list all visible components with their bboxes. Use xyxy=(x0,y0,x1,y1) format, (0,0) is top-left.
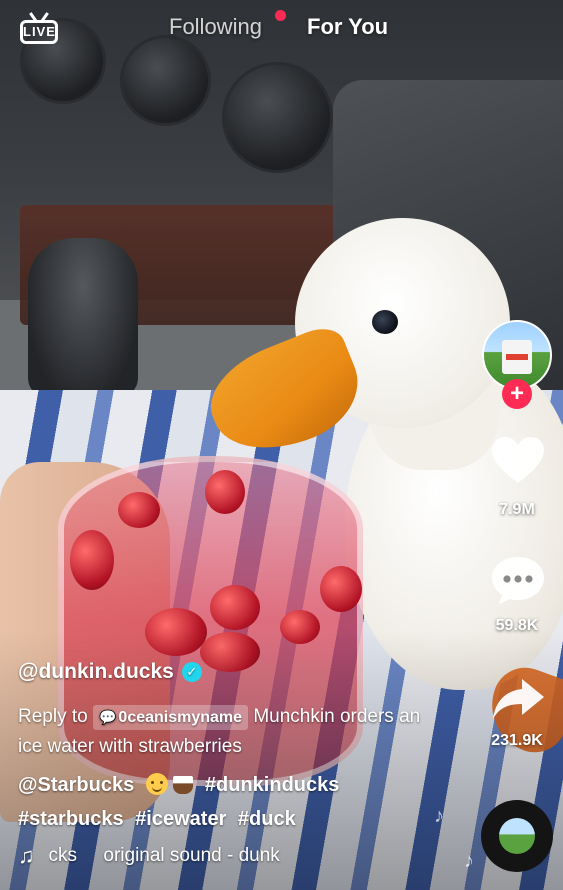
heart-icon xyxy=(492,437,544,483)
live-button[interactable]: LIVE xyxy=(20,10,62,48)
author-row: @dunkin.ducks ✓ xyxy=(18,660,202,684)
hashtag-link[interactable]: #duck xyxy=(238,808,296,830)
reply-user: 0ceanismyname xyxy=(118,709,243,726)
smiling-face-icon xyxy=(145,773,168,795)
share-button[interactable] xyxy=(490,675,546,725)
like-count: 7.9M xyxy=(499,501,535,518)
strawberry xyxy=(118,492,160,528)
mentions-and-hashtags: @Starbucks #dunkinducks #starbucks #icew… xyxy=(18,768,478,836)
mention-link[interactable]: @Starbucks xyxy=(18,774,134,796)
hashtag-link[interactable]: #starbucks xyxy=(18,808,124,830)
follow-button[interactable]: + xyxy=(502,379,532,409)
sound-disc-icon xyxy=(499,818,535,854)
notification-dot xyxy=(275,10,286,21)
gear-shifter xyxy=(28,238,138,398)
hashtag-link[interactable]: #dunkinducks xyxy=(205,774,339,796)
share-count: 231.9K xyxy=(491,732,543,749)
comment-bubble-icon xyxy=(492,557,544,604)
music-note-icon: ♫ xyxy=(18,843,35,868)
reply-to-chip[interactable]: 💬 0ceanismyname xyxy=(92,705,249,730)
video-description: Reply to 💬 0ceanismyname Munchkin orders … xyxy=(18,702,438,762)
dashboard-knob xyxy=(120,35,211,126)
coffee-cup-icon xyxy=(173,776,194,794)
strawberry xyxy=(205,470,245,514)
live-label: LIVE xyxy=(23,24,56,39)
share-arrow-icon xyxy=(493,679,544,719)
comment-small-icon: 💬 xyxy=(98,709,117,725)
tab-for-you[interactable]: For You xyxy=(307,14,388,40)
verified-badge-icon: ✓ xyxy=(181,662,202,682)
sound-disc-button[interactable] xyxy=(481,800,553,872)
duck-eye xyxy=(372,310,398,334)
like-button[interactable] xyxy=(490,436,546,486)
comment-count: 59.8K xyxy=(495,617,539,634)
reply-prefix: Reply to xyxy=(18,706,88,727)
hashtag-link[interactable]: #icewater xyxy=(135,808,226,830)
floating-music-note-icon: ♪ xyxy=(464,850,474,872)
sound-row[interactable]: ♫ cks original sound - dunk xyxy=(18,843,339,869)
author-username[interactable]: @dunkin.ducks xyxy=(18,660,174,684)
strawberry xyxy=(320,566,362,612)
tab-following[interactable]: Following xyxy=(169,14,262,40)
dashboard-knob xyxy=(222,62,333,173)
strawberry xyxy=(210,585,260,630)
strawberry xyxy=(70,530,114,590)
avatar-box xyxy=(502,340,532,374)
comment-button[interactable] xyxy=(490,555,546,605)
sound-title: cks original sound - dunk xyxy=(48,845,280,866)
